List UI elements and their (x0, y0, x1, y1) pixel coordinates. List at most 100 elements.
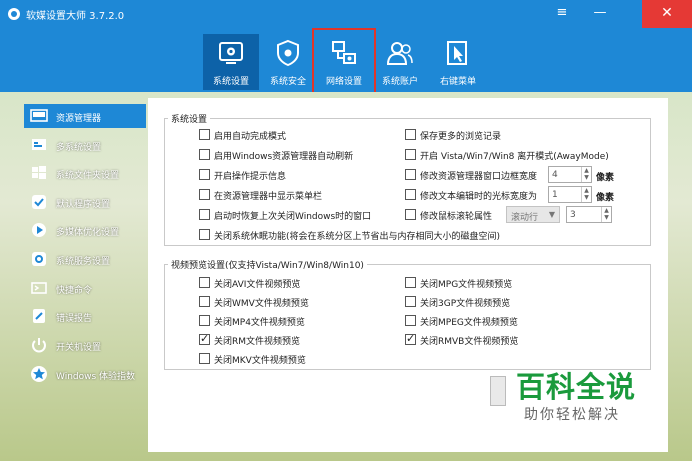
checkbox-mouse-wheel[interactable]: 修改鼠标滚轮属性 (405, 208, 505, 222)
menu-button[interactable]: ≡ (548, 0, 576, 28)
sidebar-item-label: 快捷命令 (56, 286, 93, 296)
checkbox-more-history[interactable]: 保存更多的浏览记录 (405, 128, 645, 142)
tab-label: 右键菜单 (439, 77, 476, 87)
sidebar-item-label: Windows 体验指数 (56, 372, 136, 382)
sidebar-item-explorer[interactable]: 资源管理器 (24, 104, 146, 128)
checkbox-mpg[interactable]: 关闭MPG文件视频预览 (405, 276, 585, 290)
sidebar-item-label: 开关机设置 (56, 343, 102, 353)
wheel-mode-select[interactable]: 滚动行 ▼ (506, 206, 560, 223)
checkbox-box[interactable] (199, 332, 210, 345)
checkbox-mkv[interactable]: 关闭MKV文件视频预览 (199, 352, 379, 366)
sidebar-item-system-folder[interactable]: 系统文件夹设置 (24, 161, 146, 185)
checkbox-cursor-width[interactable]: 修改文本编辑时的光标宽度为 (405, 188, 545, 202)
sidebar-item-label: 系统文件夹设置 (56, 171, 120, 181)
checkbox-box[interactable] (405, 315, 416, 326)
checkbox-label: 开启 Vista/Win7/Win8 离开模式(AwayMode) (420, 152, 609, 162)
checkbox-label: 关闭WMV文件视频预览 (214, 299, 309, 309)
monitor-icon (30, 109, 48, 122)
checkbox-label: 启用Windows资源管理器自动刷新 (214, 152, 354, 162)
video-preview-title: 视频预览设置(仅支持Vista/Win7/Win8/Win10) (168, 258, 367, 271)
checkbox-disable-hibernate[interactable]: 关闭系统休眠功能(将会在系统分区上节省出与内存相同大小的磁盘空间) (199, 228, 619, 242)
cursor-width-stepper[interactable]: 1 ▲ ▼ (548, 186, 592, 203)
checkbox-rmvb[interactable]: 关闭RMVB文件视频预览 (405, 332, 585, 347)
command-icon (31, 282, 47, 294)
checkbox-label: 关闭RMVB文件视频预览 (420, 337, 519, 347)
sidebar-item-services[interactable]: 系统服务设置 (24, 247, 146, 271)
sidebar-item-label: 错误报告 (56, 314, 93, 324)
checkbox-mpeg[interactable]: 关闭MPEG文件视频预览 (405, 314, 585, 328)
checkbox-autocomplete[interactable]: 启用自动完成模式 (199, 128, 399, 142)
checkbox-explorer-autorefresh[interactable]: 启用Windows资源管理器自动刷新 (199, 148, 399, 162)
report-icon (33, 309, 45, 323)
checkbox-label: 修改文本编辑时的光标宽度为 (420, 192, 538, 202)
sidebar-item-commands[interactable]: 快捷命令 (24, 276, 146, 300)
checkbox-box[interactable] (405, 169, 416, 180)
tab-system-settings[interactable]: 系统设置 (203, 34, 259, 90)
select-value: 滚动行 (511, 213, 539, 223)
checkbox-box[interactable] (199, 189, 210, 200)
checkbox-box[interactable] (405, 277, 416, 288)
checkbox-box[interactable] (199, 129, 210, 140)
checkbox-box[interactable] (405, 149, 416, 160)
checkbox-border-width[interactable]: 修改资源管理器窗口边框宽度 (405, 168, 545, 182)
app-logo-icon (8, 8, 20, 20)
checkbox-box[interactable] (405, 332, 416, 345)
checkbox-box[interactable] (199, 296, 210, 307)
window-title: 软媒设置大师 3.7.2.0 (26, 11, 125, 22)
sidebar-item-media[interactable]: 多媒体优化设置 (24, 218, 146, 242)
tab-context-menu[interactable]: 右键菜单 (430, 34, 486, 90)
checkbox-label: 修改鼠标滚轮属性 (420, 212, 493, 222)
checkbox-label: 启动时恢复上次关闭Windows时的窗口 (214, 212, 372, 222)
checkbox-show-menubar[interactable]: 在资源管理器中显示菜单栏 (199, 188, 399, 202)
checkbox-avi[interactable]: 关闭AVI文件视频预览 (199, 276, 379, 290)
checkbox-label: 关闭MKV文件视频预览 (214, 356, 306, 366)
title-bar: 软媒设置大师 3.7.2.0 ≡ — ✕ (0, 0, 692, 28)
stepper-arrows-icon[interactable]: ▲ ▼ (581, 187, 591, 202)
tab-system-account[interactable]: 系统账户 (372, 34, 428, 90)
checkbox-box[interactable] (405, 129, 416, 140)
sidebar-item-error-report[interactable]: 错误报告 (24, 304, 146, 328)
partial-button[interactable] (490, 376, 506, 406)
sidebar-item-label: 默认程序设置 (56, 200, 111, 210)
border-width-stepper[interactable]: 4 ▲ ▼ (548, 166, 592, 183)
checkbox-box[interactable] (199, 209, 210, 220)
tab-system-security[interactable]: 系统安全 (260, 34, 316, 90)
sidebar-item-multi-system[interactable]: 多系统设置 (24, 133, 146, 157)
checkbox-box[interactable] (199, 315, 210, 326)
stepper-arrows-icon[interactable]: ▲ ▼ (601, 207, 611, 222)
watermark-subtitle: 助你轻松解决 (524, 407, 620, 423)
checkbox-mp4[interactable]: 关闭MP4文件视频预览 (199, 314, 379, 328)
users-icon (386, 42, 413, 65)
checkbox-3gp[interactable]: 关闭3GP文件视频预览 (405, 295, 585, 309)
check-shield-icon (32, 195, 46, 209)
minimize-button[interactable]: — (586, 0, 614, 28)
shield-gear-icon (277, 39, 299, 67)
stepper-value: 3 (570, 210, 576, 220)
checkbox-box[interactable] (199, 353, 210, 364)
checkbox-label: 关闭MPEG文件视频预览 (420, 318, 518, 328)
checkbox-box[interactable] (199, 229, 210, 240)
star-icon (31, 366, 47, 382)
checkbox-box[interactable] (405, 296, 416, 307)
checkbox-box[interactable] (199, 277, 210, 288)
checkbox-label: 关闭系统休眠功能(将会在系统分区上节省出与内存相同大小的磁盘空间) (214, 232, 501, 242)
checkbox-rm[interactable]: 关闭RM文件视频预览 (199, 332, 379, 347)
sidebar-item-experience-index[interactable]: Windows 体验指数 (24, 362, 146, 386)
checkbox-tooltips[interactable]: 开启操作提示信息 (199, 168, 399, 182)
sidebar-item-label: 多系统设置 (56, 143, 102, 153)
checkbox-box[interactable] (199, 169, 210, 180)
wheel-lines-stepper[interactable]: 3 ▲ ▼ (566, 206, 612, 223)
checkbox-wmv[interactable]: 关闭WMV文件视频预览 (199, 295, 379, 309)
checkbox-label: 关闭MPG文件视频预览 (420, 280, 513, 290)
checkbox-box[interactable] (405, 209, 416, 220)
checkbox-restore-windows[interactable]: 启动时恢复上次关闭Windows时的窗口 (199, 208, 399, 222)
checkbox-away-mode[interactable]: 开启 Vista/Win7/Win8 离开模式(AwayMode) (405, 148, 645, 162)
checkbox-box[interactable] (199, 149, 210, 160)
sidebar-item-power[interactable]: 开关机设置 (24, 333, 146, 357)
power-icon (32, 338, 46, 353)
tab-label: 系统设置 (212, 77, 249, 87)
sidebar-item-default-programs[interactable]: 默认程序设置 (24, 190, 146, 214)
stepper-arrows-icon[interactable]: ▲ ▼ (581, 167, 591, 182)
checkbox-box[interactable] (405, 189, 416, 200)
close-button[interactable]: ✕ (642, 0, 692, 28)
